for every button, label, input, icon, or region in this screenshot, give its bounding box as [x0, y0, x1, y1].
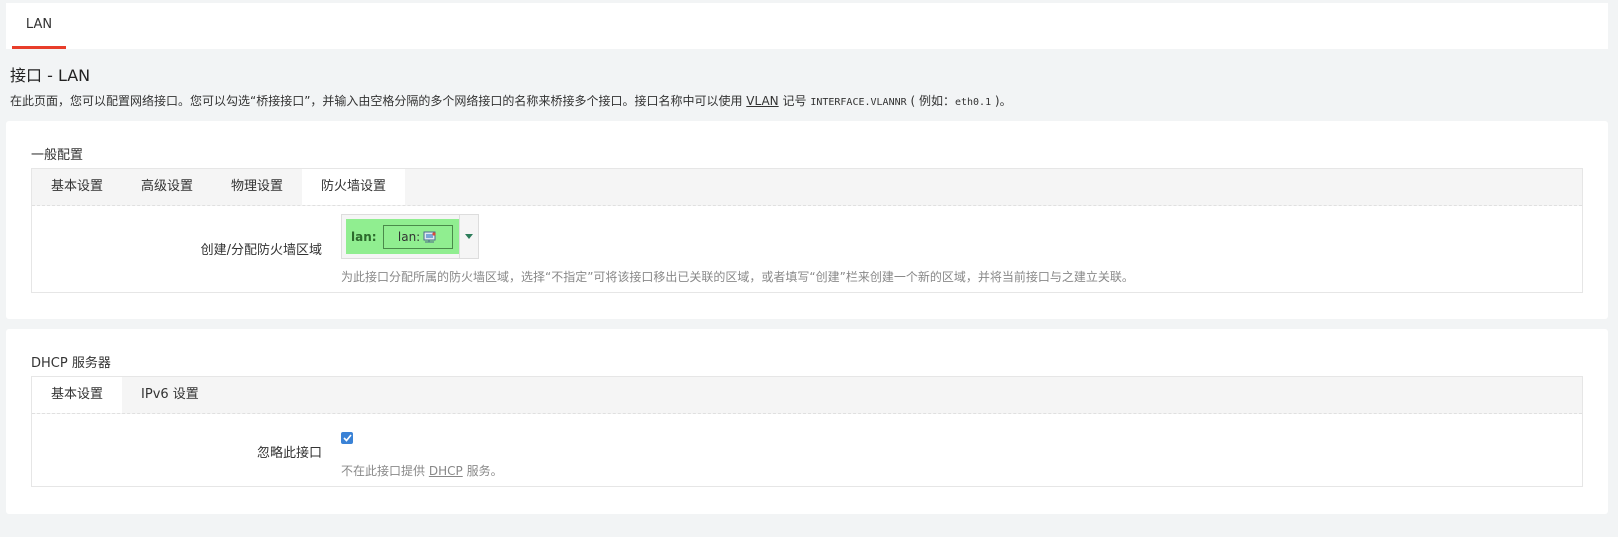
- chevron-down-icon[interactable]: [459, 215, 478, 258]
- ignore-interface-description: 不在此接口提供 DHCP 服务。: [341, 462, 503, 479]
- ignore-interface-row: 忽略此接口 不在此接口提供 DHCP 服务。: [32, 414, 1582, 486]
- desc-text-2: 记号: [782, 94, 807, 108]
- ignore-interface-checkbox[interactable]: [341, 432, 353, 444]
- general-tab-strip: 基本设置 高级设置 物理设置 防火墙设置: [32, 169, 1582, 206]
- desc-text-4: )。: [994, 94, 1012, 108]
- desc-text-1: 在此页面，您可以配置网络接口。您可以勾选“桥接接口”，并输入由空格分隔的多个网络…: [10, 94, 743, 108]
- dhcp-desc-text-2: 服务。: [466, 464, 503, 478]
- general-config-card: 一般配置 基本设置 高级设置 物理设置 防火墙设置 创建/分配防火墙区域 lan…: [6, 121, 1608, 319]
- dhcp-tab-strip: 基本设置 IPv6 设置: [32, 377, 1582, 414]
- general-tabs-box: 基本设置 高级设置 物理设置 防火墙设置 创建/分配防火墙区域 lan: lan…: [31, 168, 1583, 293]
- general-section-title: 一般配置: [31, 148, 84, 163]
- page-description: 在此页面，您可以配置网络接口。您可以勾选“桥接接口”，并输入由空格分隔的多个网络…: [10, 92, 1012, 109]
- desc-code-interface: INTERFACE.VLANNR: [810, 97, 907, 108]
- tab-physical-settings[interactable]: 物理设置: [212, 169, 302, 205]
- top-tab-bar: LAN: [6, 3, 1608, 49]
- tab-dhcp-ipv6-settings[interactable]: IPv6 设置: [122, 377, 218, 413]
- checkmark-icon: [342, 434, 352, 442]
- tab-firewall-settings[interactable]: 防火墙设置: [302, 169, 406, 205]
- zone-name: lan:: [351, 229, 377, 244]
- page-title: 接口 - LAN: [10, 66, 91, 85]
- zone-network-label: lan:: [397, 229, 421, 244]
- firewall-zone-label: 创建/分配防火墙区域: [200, 243, 322, 258]
- ignore-interface-label: 忽略此接口: [256, 446, 322, 461]
- dhcp-server-card: DHCP 服务器 基本设置 IPv6 设置 忽略此接口 不在此接口提供 DHCP…: [6, 329, 1608, 514]
- dhcp-tabs-box: 基本设置 IPv6 设置 忽略此接口 不在此接口提供 DHCP 服务。: [31, 376, 1583, 487]
- firewall-zone-description: 为此接口分配所属的防火墙区域，选择“不指定”可将该接口移出已关联的区域，或者填写…: [341, 270, 1134, 284]
- tab-advanced-settings[interactable]: 高级设置: [122, 169, 212, 205]
- dhcp-desc-text-1: 不在此接口提供: [341, 464, 426, 478]
- zone-network: lan:: [382, 224, 453, 249]
- firewall-zone-select[interactable]: lan: lan:: [341, 214, 479, 259]
- tab-dhcp-basic-settings[interactable]: 基本设置: [32, 377, 123, 413]
- dhcp-section-title: DHCP 服务器: [31, 356, 111, 371]
- zone-chip: lan: lan:: [346, 219, 459, 254]
- vlan-link[interactable]: VLAN: [746, 94, 778, 108]
- firewall-row: 创建/分配防火墙区域 lan: lan: 为此接口分配所属的防火墙区域，选择“不…: [32, 206, 1582, 292]
- tab-basic-settings[interactable]: 基本设置: [32, 169, 122, 205]
- desc-code-example: eth0.1: [954, 97, 992, 108]
- dhcp-link[interactable]: DHCP: [429, 464, 463, 478]
- network-icon: [423, 231, 436, 242]
- tab-lan[interactable]: LAN: [12, 3, 66, 49]
- desc-text-3: ( 例如：: [910, 94, 955, 108]
